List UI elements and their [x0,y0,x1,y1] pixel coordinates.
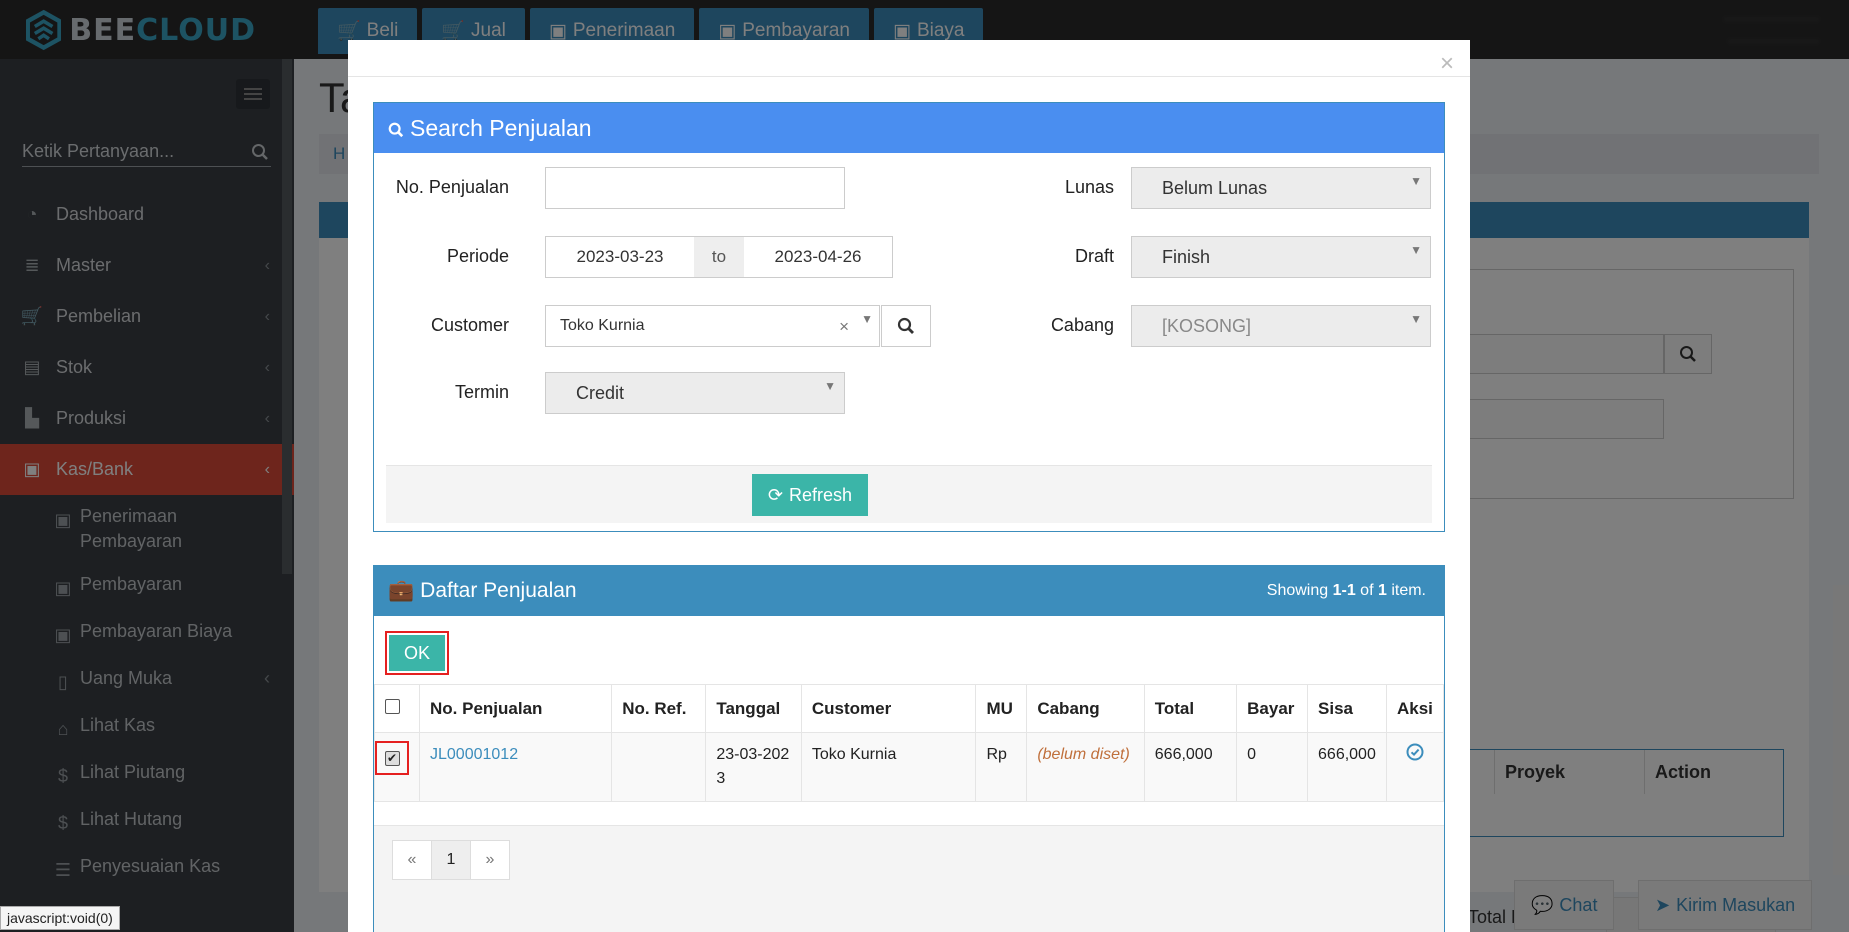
draft-label: Draft [1074,246,1114,266]
th-total[interactable]: Total [1143,684,1238,733]
customer-select[interactable]: Toko Kurnia × ▼ [545,305,880,347]
pagination-page-1[interactable]: 1 [431,840,471,880]
cell-mu: Rp [975,732,1028,802]
termin-select[interactable]: Credit ▼ [545,372,845,414]
cell-no-penjualan: JL00001012 [418,732,613,802]
refresh-button[interactable]: ⟳ Refresh [752,474,868,516]
row-select-cell: ✔ [374,732,420,802]
table-header-row: No. Penjualan No. Ref. Tanggal Customer … [374,684,1444,733]
no-penjualan-input[interactable] [545,167,845,209]
no-penjualan-label: No. Penjualan [395,177,509,197]
lunas-select[interactable]: Belum Lunas ▼ [1131,167,1431,209]
customer-search-button[interactable] [881,305,931,347]
customer-label: Customer [430,315,509,335]
th-cabang[interactable]: Cabang [1026,684,1145,733]
cell-aksi [1386,732,1444,802]
draft-select[interactable]: Finish ▼ [1131,236,1431,278]
th-no-penjualan[interactable]: No. Penjualan [418,684,613,733]
select-all-cell [374,684,420,733]
browser-status-bar: javascript:void(0) [0,906,120,930]
daftar-penjualan-panel: 💼 Daftar Penjualan Showing 1-1 of 1 item… [373,565,1445,932]
select-check-icon[interactable] [1406,743,1424,761]
ok-button[interactable]: OK [389,635,445,671]
refresh-icon: ⟳ [767,484,784,505]
showing-summary: Showing 1-1 of 1 item. [1266,582,1426,599]
search-panel-header: Search Penjualan [374,103,1444,153]
customer-value: Toko Kurnia [560,317,645,334]
penjualan-table: No. Penjualan No. Ref. Tanggal Customer … [374,684,1444,802]
pagination-prev[interactable]: « [392,840,432,880]
search-panel: Search Penjualan No. Penjualan Periode 2… [373,102,1445,532]
row-checkbox[interactable]: ✔ [384,750,400,766]
caret-down-icon: ▼ [1410,312,1422,326]
periode-range: 2023-03-23 to 2023-04-26 [545,236,893,278]
row-checkbox-highlight: ✔ [375,741,409,775]
cabang-select[interactable]: [KOSONG] ▼ [1131,305,1431,347]
cabang-not-set: (belum diset) [1037,746,1130,763]
modal-close-button[interactable]: × [1440,50,1454,78]
pagination: « 1 » [392,840,510,880]
divider [348,76,1470,77]
date-to-separator: to [694,237,744,277]
clear-icon[interactable]: × [839,317,849,337]
daftar-penjualan-header: 💼 Daftar Penjualan Showing 1-1 of 1 item… [374,566,1444,616]
select-all-checkbox[interactable] [385,698,400,714]
th-mu[interactable]: MU [975,684,1028,733]
daftar-penjualan-title: Daftar Penjualan [420,579,577,602]
lunas-label: Lunas [1064,177,1114,197]
ok-highlight: OK [385,631,449,675]
cell-customer: Toko Kurnia [800,732,977,802]
search-penjualan-modal: × Search Penjualan No. Penjualan Periode… [348,40,1470,932]
caret-down-icon: ▼ [1410,174,1422,188]
date-to-input[interactable]: 2023-04-26 [744,247,892,267]
cell-bayar: 0 [1236,732,1309,802]
th-bayar[interactable]: Bayar [1236,684,1309,733]
cell-tanggal: 23-03-2023 [705,732,802,802]
search-icon [388,122,404,138]
table-row[interactable]: ✔ JL00001012 23-03-2023 Toko Kurnia Rp (… [374,732,1444,802]
refresh-bar: ⟳ Refresh [386,465,1432,523]
periode-label: Periode [446,246,509,266]
caret-down-icon[interactable]: ▼ [861,312,873,326]
th-no-ref[interactable]: No. Ref. [611,684,707,733]
th-customer[interactable]: Customer [800,684,977,733]
date-from-input[interactable]: 2023-03-23 [546,247,694,267]
cell-no-ref [611,732,707,802]
search-icon [897,317,914,334]
cell-sisa: 666,000 [1307,732,1387,802]
th-tanggal[interactable]: Tanggal [705,684,802,733]
search-panel-title: Search Penjualan [410,114,592,141]
pagination-next[interactable]: » [470,840,510,880]
th-sisa[interactable]: Sisa [1307,684,1387,733]
caret-down-icon: ▼ [1410,243,1422,257]
cell-total: 666,000 [1143,732,1238,802]
cell-cabang: (belum diset) [1026,732,1145,802]
pagination-bar: « 1 » [374,825,1444,932]
cabang-label: Cabang [1050,315,1114,335]
th-aksi: Aksi [1386,684,1444,733]
caret-down-icon: ▼ [824,379,836,393]
termin-label: Termin [454,382,509,402]
no-penjualan-link[interactable]: JL00001012 [430,746,518,763]
briefcase-icon: 💼 [388,579,415,602]
